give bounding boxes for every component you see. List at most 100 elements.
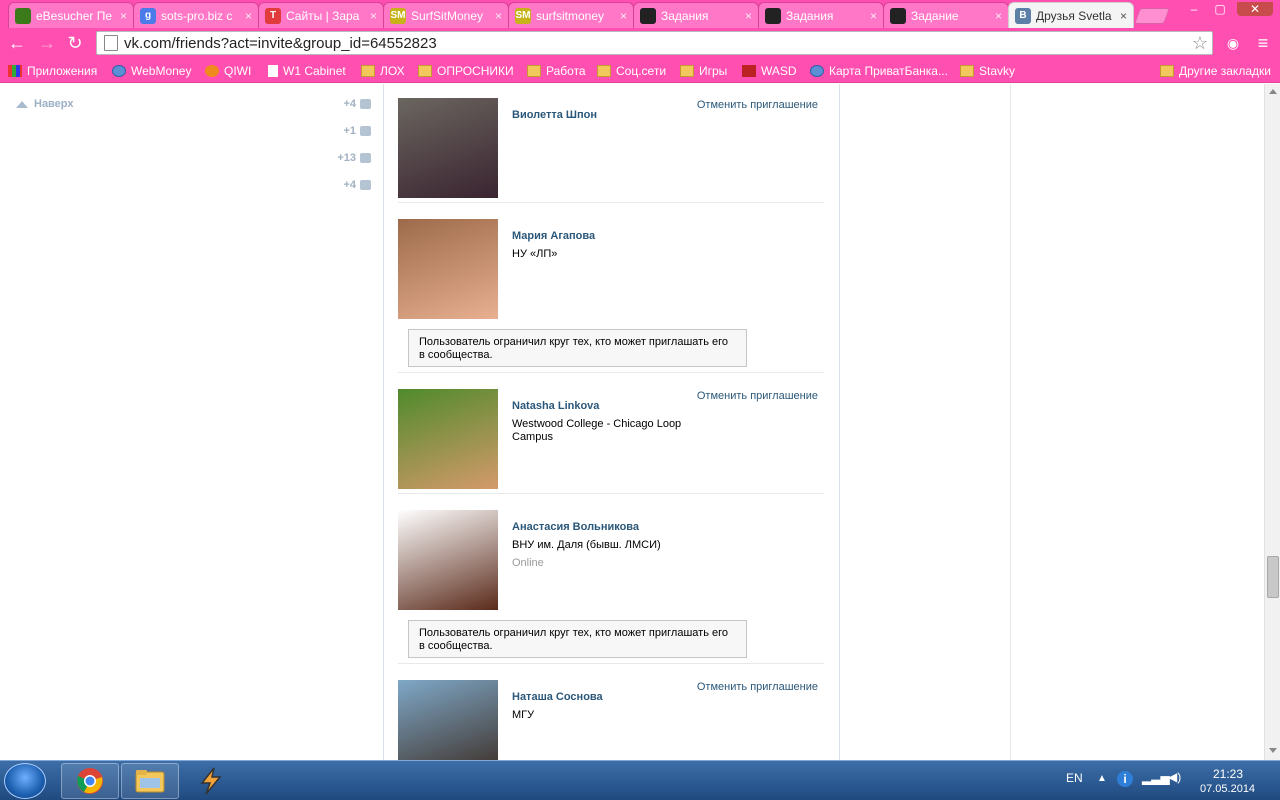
bookmark-1[interactable]: WebMoney [112, 62, 191, 79]
friend-name[interactable]: Анастасия Вольникова [512, 521, 639, 533]
menu-icon[interactable]: ≡ [1252, 32, 1274, 54]
bookmark-3[interactable]: W1 Cabinet [268, 62, 346, 79]
maximize-button[interactable]: ▢ [1209, 2, 1231, 16]
tab-title: Задание [911, 8, 959, 23]
tab-5[interactable]: Задания × [633, 2, 759, 28]
tab-close-icon[interactable]: × [620, 9, 627, 23]
tab-2[interactable]: T Сайты | Зара × [258, 2, 384, 28]
friend-subtitle: НУ «ЛП» [512, 248, 558, 260]
friend-row: Мария Агапова НУ «ЛП» Пользователь огранич… [398, 203, 824, 373]
tab-0[interactable]: eBesucher Пе × [8, 2, 134, 28]
tab-close-icon[interactable]: × [1120, 9, 1127, 23]
page-scrollbar[interactable] [1264, 84, 1280, 760]
bookmark-7[interactable]: Соц.сети [597, 62, 666, 79]
forward-icon[interactable]: → [36, 32, 58, 54]
tab-close-icon[interactable]: × [245, 9, 252, 23]
tray-expand-icon[interactable]: ▲ [1097, 773, 1107, 784]
friend-row: Виолетта Шпон Отменить приглашение [398, 82, 824, 203]
friend-name[interactable]: Виолетта Шпон [512, 109, 597, 121]
tab-7[interactable]: Задание × [883, 2, 1009, 28]
reload-icon[interactable]: ↻ [64, 32, 86, 54]
tab-6[interactable]: Задания × [758, 2, 884, 28]
counter-0[interactable]: +4 [343, 98, 371, 110]
folder-icon [361, 64, 375, 77]
counter-3[interactable]: +4 [343, 179, 371, 191]
tab-close-icon[interactable]: × [495, 9, 502, 23]
tab-title: SurfSitMoney [411, 8, 484, 23]
bookmark-10[interactable]: Карта ПриватБанка... [810, 62, 948, 79]
tab-8[interactable]: B Друзья Svetla × [1008, 2, 1134, 28]
wasd-icon [742, 64, 756, 77]
bookmark-2[interactable]: QIWI [205, 62, 251, 79]
left-column: Наверх +4 +1 +13 +4 [0, 84, 383, 760]
extension-icon[interactable]: ◉ [1222, 32, 1244, 54]
scroll-up-link[interactable]: Наверх [16, 98, 74, 110]
cancel-invite-link[interactable]: Отменить приглашение [697, 99, 818, 111]
tab-close-icon[interactable]: × [745, 9, 752, 23]
tab-close-icon[interactable]: × [870, 9, 877, 23]
bookmark-5[interactable]: ОПРОСНИКИ [418, 62, 514, 79]
taskbar-explorer[interactable] [121, 763, 179, 799]
counter-value: +13 [337, 152, 356, 164]
url-text[interactable]: vk.com/friends?act=invite&group_id=64552… [124, 35, 437, 52]
friends-list: Виолетта Шпон Отменить приглашение Мария А… [383, 82, 840, 785]
volume-icon[interactable]: ◀) [1168, 770, 1181, 784]
bookmark-label: Игры [699, 63, 728, 78]
friend-name[interactable]: Наташа Соснова [512, 691, 603, 703]
tab-3[interactable]: SM SurfSitMoney × [383, 2, 509, 28]
friend-photo[interactable] [398, 389, 498, 489]
scroll-down-arrow-icon[interactable] [1269, 748, 1277, 753]
tab-favicon-icon: B [1015, 7, 1031, 24]
scroll-thumb[interactable] [1267, 556, 1279, 598]
address-bar[interactable]: vk.com/friends?act=invite&group_id=64552… [96, 31, 1213, 55]
info-icon[interactable]: i [1117, 771, 1133, 787]
new-tab-button[interactable] [1134, 8, 1170, 24]
friend-name[interactable]: Мария Агапова [512, 230, 595, 242]
counter-2[interactable]: +13 [337, 152, 371, 164]
counter-value: +1 [343, 125, 356, 137]
language-indicator[interactable]: EN [1066, 771, 1083, 785]
online-status: Online [512, 557, 544, 569]
friend-photo[interactable] [398, 98, 498, 198]
taskbar-winamp[interactable] [182, 763, 240, 799]
folder-icon [135, 770, 165, 793]
bookmark-6[interactable]: Работа [527, 62, 586, 79]
invite-restricted-notice: Пользователь ограничил круг тех, кто мож… [408, 329, 747, 367]
tab-4[interactable]: SM surfsitmoney × [508, 2, 634, 28]
tab-close-icon[interactable]: × [120, 9, 127, 23]
tab-close-icon[interactable]: × [370, 9, 377, 23]
cancel-invite-link[interactable]: Отменить приглашение [697, 681, 818, 693]
bookmark-4[interactable]: ЛОХ [361, 62, 405, 79]
tab-title: surfsitmoney [536, 8, 605, 23]
bookmark-0[interactable]: Приложения [8, 62, 97, 79]
bookmark-label: Соц.сети [616, 63, 667, 78]
clock-time[interactable]: 21:23 [1213, 767, 1243, 781]
tab-close-icon[interactable]: × [995, 9, 1002, 23]
close-window-button[interactable]: ✕ [1237, 2, 1273, 16]
taskbar-chrome[interactable] [61, 763, 119, 799]
bookmark-11[interactable]: Stavky [960, 62, 1015, 79]
bookmark-label: ЛОХ [380, 63, 405, 78]
friend-name[interactable]: Natasha Linkova [512, 400, 599, 412]
minimize-button[interactable]: – [1183, 2, 1205, 16]
tab-1[interactable]: g sots-pro.biz с × [133, 2, 259, 28]
bookmark-9[interactable]: WASD [742, 62, 797, 79]
invite-restricted-notice: Пользователь ограничил круг тех, кто мож… [408, 620, 747, 658]
start-button[interactable] [4, 763, 46, 799]
friend-photo[interactable] [398, 219, 498, 319]
bookmark-star-icon[interactable]: ☆ [1192, 33, 1208, 54]
friend-photo[interactable] [398, 510, 498, 610]
signal-icon[interactable]: ▂▃▅ [1142, 771, 1170, 785]
tab-favicon-icon: T [265, 7, 281, 24]
folder-icon [597, 64, 611, 77]
counter-1[interactable]: +1 [343, 125, 371, 137]
back-icon[interactable]: ← [6, 32, 28, 54]
tab-title: Друзья Svetla [1036, 8, 1112, 23]
friend-row: Natasha Linkova Westwood College - Chicag… [398, 373, 824, 494]
cancel-invite-link[interactable]: Отменить приглашение [697, 390, 818, 402]
globe-icon [112, 64, 126, 77]
scroll-up-arrow-icon[interactable] [1269, 89, 1277, 94]
bookmark-8[interactable]: Игры [680, 62, 727, 79]
friend-subtitle: МГУ [512, 709, 535, 721]
other-bookmarks[interactable]: Другие закладки [1160, 62, 1271, 79]
